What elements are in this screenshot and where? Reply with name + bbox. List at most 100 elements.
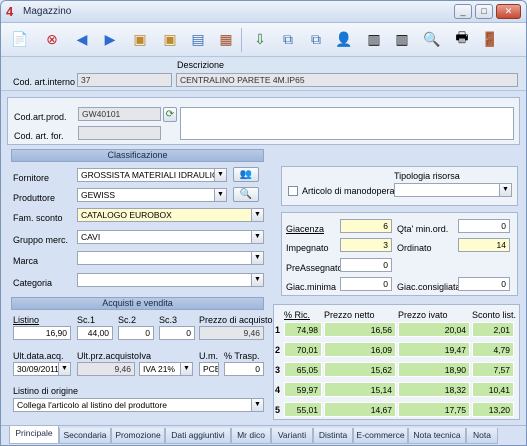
price-netto-cell[interactable]: 15,14 xyxy=(324,382,396,397)
tab-secondaria[interactable]: Secondaria xyxy=(59,428,111,444)
giacmin-field[interactable]: 0 xyxy=(340,277,392,291)
listino-field[interactable]: 16,90 xyxy=(13,326,71,340)
price-ivato-cell[interactable]: 18,32 xyxy=(398,382,470,397)
add-box-icon[interactable]: ▣ xyxy=(129,28,151,50)
price-ivato-cell[interactable]: 17,75 xyxy=(398,402,470,417)
risorsa-panel: Tipologia risorsa Articolo di manodopera… xyxy=(281,166,518,206)
giaccons-field[interactable]: 0 xyxy=(458,277,510,291)
price-ric-cell[interactable]: 59,97 xyxy=(284,382,322,397)
sc3-field[interactable]: 0 xyxy=(159,326,195,340)
code-field[interactable]: 37 xyxy=(77,73,172,87)
export-icon[interactable]: ⇩ xyxy=(249,28,271,50)
gruppo-select[interactable]: CAVI ▼ xyxy=(77,230,264,244)
toolbar-separator xyxy=(241,28,242,52)
maximize-button[interactable]: □ xyxy=(475,4,493,19)
tab-dati-aggiuntivi[interactable]: Dati aggiuntivi xyxy=(165,428,231,444)
add-box2-icon[interactable]: ▣ xyxy=(159,28,181,50)
price-ric-cell[interactable]: 55,01 xyxy=(284,402,322,417)
notes-field[interactable] xyxy=(180,107,514,140)
tab-distinta[interactable]: Distinta xyxy=(313,428,353,444)
header-info: Descrizione Cod. art.interno 37 CENTRALI… xyxy=(1,57,526,91)
categoria-select[interactable]: ▼ xyxy=(77,273,264,287)
copy2-icon[interactable]: ⧉ xyxy=(305,28,327,50)
origine-select[interactable]: Collega l'articolo al listino del produt… xyxy=(13,398,264,412)
risorsa-label: Tipologia risorsa xyxy=(394,171,460,181)
fornitore-select[interactable]: GROSSISTA MATERIALI IDRAULICI ▼ xyxy=(77,168,227,182)
tab-e-commerce[interactable]: E-commerce xyxy=(353,428,408,444)
price-header-sconto: Sconto list. xyxy=(472,310,517,320)
price-sconto-cell[interactable]: 7,57 xyxy=(472,362,514,377)
origine-label: Listino di origine xyxy=(13,386,79,396)
price-sconto-cell[interactable]: 10,41 xyxy=(472,382,514,397)
tab-nota[interactable]: Nota xyxy=(466,428,498,444)
price-sconto-cell[interactable]: 2,01 xyxy=(472,322,514,337)
ordinato-field[interactable]: 14 xyxy=(458,238,510,252)
price-ric-cell[interactable]: 65,05 xyxy=(284,362,322,377)
delete-icon[interactable]: ⊗ xyxy=(41,28,63,50)
barcode-icon[interactable]: ▥ xyxy=(363,28,385,50)
prezzo-field[interactable]: 9,46 xyxy=(199,326,264,340)
price-header-ric: % Ric. xyxy=(284,310,311,320)
magazzino-window: 4 Magazzino _ □ ✕ 📄 ⊗ ◀ ▶ ▣ ▣ ▤ ▦ ⇩ ⧉ ⧉ … xyxy=(0,0,527,446)
sc1-field[interactable]: 44,00 xyxy=(77,326,113,340)
price-ivato-cell[interactable]: 19,47 xyxy=(398,342,470,357)
impegnato-field[interactable]: 3 xyxy=(340,238,392,252)
exit-icon[interactable]: 🚪 xyxy=(479,28,501,50)
app-icon: 4 xyxy=(6,4,14,19)
ultdata-field[interactable]: 30/09/2011 ▼ xyxy=(13,362,71,376)
users-icon[interactable]: 👥 xyxy=(233,167,259,182)
iva-select[interactable]: IVA 21% ▼ xyxy=(139,362,193,376)
price-ric-cell[interactable]: 70,01 xyxy=(284,342,322,357)
produttore-select[interactable]: GEWISS ▼ xyxy=(77,188,227,202)
price-ivato-cell[interactable]: 18,90 xyxy=(398,362,470,377)
close-button[interactable]: ✕ xyxy=(496,4,521,19)
price-netto-cell[interactable]: 16,09 xyxy=(324,342,396,357)
preass-field[interactable]: 0 xyxy=(340,258,392,272)
giacenza-field[interactable]: 6 xyxy=(340,219,392,233)
price-sconto-cell[interactable]: 4,79 xyxy=(472,342,514,357)
prod-code-field[interactable]: GW40101 xyxy=(78,107,161,121)
image-icon[interactable]: ▤ xyxy=(187,28,209,50)
search-icon[interactable]: 🔍 xyxy=(233,187,259,202)
next-icon[interactable]: ▶ xyxy=(99,28,121,50)
photo-icon[interactable]: ▦ xyxy=(215,28,237,50)
fam-select[interactable]: CATALOGO EUROBOX ▼ xyxy=(77,208,264,222)
chevron-down-icon: ▼ xyxy=(251,231,263,243)
search-icon[interactable]: 🔍 xyxy=(421,28,443,50)
price-ric-cell[interactable]: 74,98 xyxy=(284,322,322,337)
price-sconto-cell[interactable]: 13,20 xyxy=(472,402,514,417)
tab-nota-tecnica[interactable]: Nota tecnica xyxy=(408,428,466,444)
sc2-field[interactable]: 0 xyxy=(118,326,154,340)
minimize-button[interactable]: _ xyxy=(454,4,472,19)
qta-label: Qta' min.ord. xyxy=(397,224,449,234)
um-field[interactable]: PCE xyxy=(199,362,219,376)
ultprz-field[interactable]: 9,46 xyxy=(77,362,135,376)
marca-select[interactable]: ▼ xyxy=(77,251,264,265)
price-netto-cell[interactable]: 14,67 xyxy=(324,402,396,417)
refresh-icon[interactable]: ⟳ xyxy=(163,107,177,122)
copy-icon[interactable]: ⧉ xyxy=(277,28,299,50)
tab-principale[interactable]: Principale xyxy=(9,426,59,444)
user-icon[interactable]: 👤 xyxy=(333,28,355,50)
chevron-down-icon: ▼ xyxy=(251,209,263,221)
prod-code-label: Cod.art.prod. xyxy=(14,112,67,122)
tab-mr-dico[interactable]: Mr dico xyxy=(231,428,271,444)
new-doc-icon[interactable]: 📄 xyxy=(9,28,31,50)
trasp-field[interactable]: 0 xyxy=(224,362,264,376)
giaccons-label: Giac.consigliata xyxy=(397,282,461,292)
prev-icon[interactable]: ◀ xyxy=(71,28,93,50)
chevron-down-icon: ▼ xyxy=(214,169,226,181)
for-code-field[interactable] xyxy=(78,126,161,140)
code-label: Cod. art.interno xyxy=(13,77,76,87)
price-netto-cell[interactable]: 15,62 xyxy=(324,362,396,377)
price-ivato-cell[interactable]: 20,04 xyxy=(398,322,470,337)
price-netto-cell[interactable]: 16,56 xyxy=(324,322,396,337)
qta-field[interactable]: 0 xyxy=(458,219,510,233)
risorsa-select[interactable]: ▼ xyxy=(394,183,512,197)
print-icon[interactable]: 🖶 xyxy=(451,28,473,50)
tab-varianti[interactable]: Varianti xyxy=(271,428,313,444)
tab-promozione[interactable]: Promozione xyxy=(111,428,165,444)
manodopera-checkbox[interactable] xyxy=(288,186,298,196)
description-field[interactable]: CENTRALINO PARETE 4M.IP65 xyxy=(176,73,518,87)
barcode2-icon[interactable]: ▥ xyxy=(391,28,413,50)
